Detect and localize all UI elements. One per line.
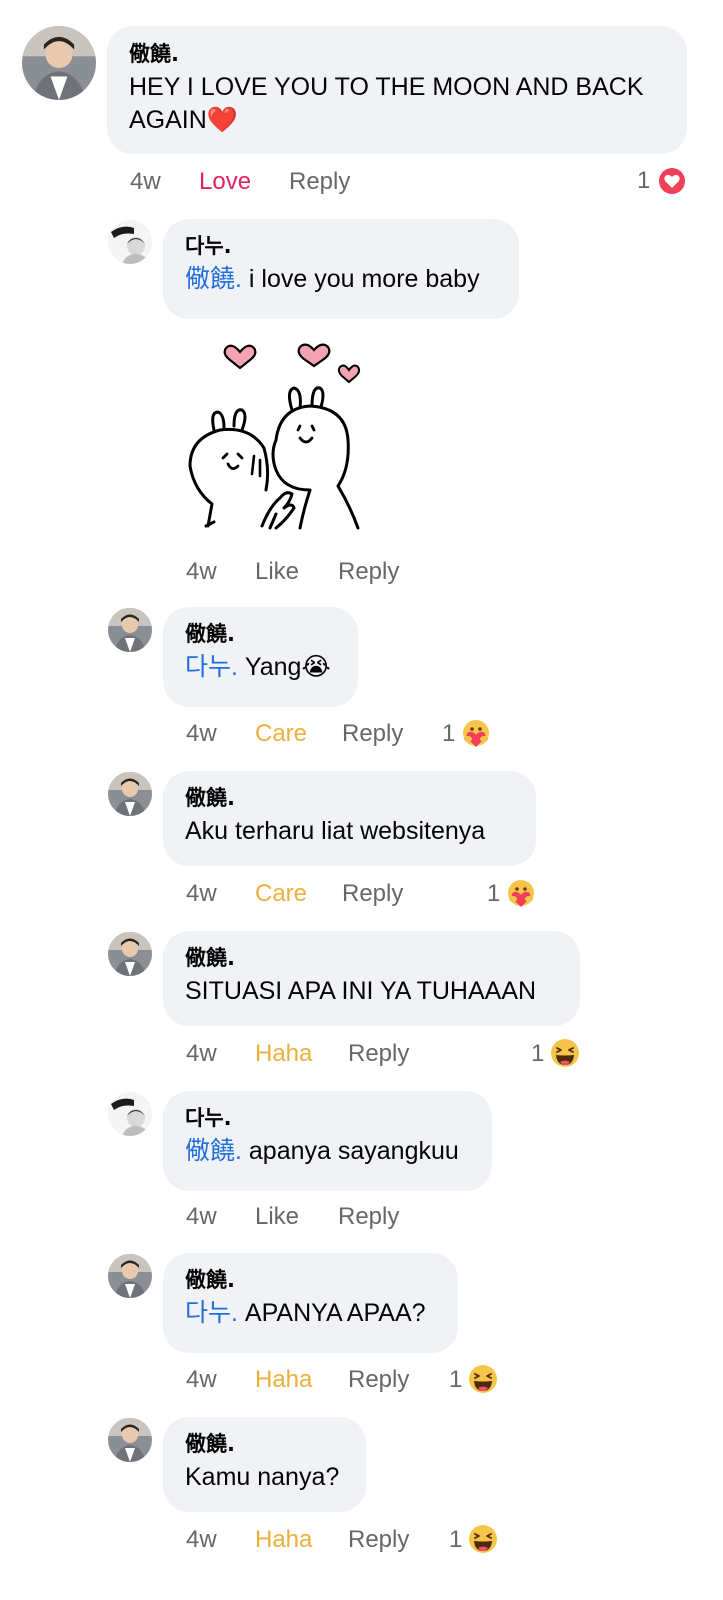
reply-button[interactable]: Reply xyxy=(338,1200,399,1234)
care-reaction-icon[interactable] xyxy=(460,717,492,749)
comment-bubble: 儆饒. HEY I LOVE YOU TO THE MOON AND BACK … xyxy=(107,26,687,154)
reaction-count[interactable]: 1 xyxy=(449,1363,462,1397)
reply-button[interactable]: Reply xyxy=(342,717,403,751)
comment-bubble: 儆饒. 다누. APANYA APAA? xyxy=(163,1253,458,1353)
comment-author-avatar[interactable] xyxy=(108,772,152,816)
reply-button[interactable]: Reply xyxy=(289,165,350,199)
reply-button[interactable]: Reply xyxy=(348,1363,409,1397)
comment-timestamp[interactable]: 4w xyxy=(186,1200,217,1234)
haha-reaction-icon[interactable] xyxy=(467,1523,499,1555)
reply-button[interactable]: Reply xyxy=(348,1037,409,1071)
comment-actions: 4w Haha Reply 1 xyxy=(186,1363,506,1397)
reply-button[interactable]: Reply xyxy=(348,1523,409,1557)
comment-actions: 4w Haha Reply 1 xyxy=(186,1037,586,1071)
care-reaction-icon[interactable] xyxy=(505,877,537,909)
comment-actions: 4w Care Reply 1 xyxy=(186,877,546,911)
loudly-crying-emoji: 😭 xyxy=(301,653,331,681)
comment-actions: 4w Like Reply xyxy=(186,1200,486,1234)
reaction-count[interactable]: 1 xyxy=(531,1037,544,1071)
comment-bubble: 다누. 儆饒. apanya sayangkuu xyxy=(163,1091,492,1191)
comment-timestamp[interactable]: 4w xyxy=(186,1363,217,1397)
comment-actions: 4w Love Reply xyxy=(130,165,690,199)
comment-author-avatar[interactable] xyxy=(108,220,152,264)
reply-button[interactable]: Reply xyxy=(338,555,399,589)
comment-text: 儆饒. apanya sayangkuu xyxy=(185,1137,459,1165)
comment-text: SITUASI APA INI YA TUHAAAN xyxy=(185,977,537,1005)
mention-link[interactable]: 儆饒. xyxy=(185,1137,242,1165)
red-heart-emoji: ❤️ xyxy=(206,106,238,134)
comment-timestamp[interactable]: 4w xyxy=(186,717,217,751)
comment-author-avatar[interactable] xyxy=(108,608,152,652)
comment-text: 다누. Yang😭 xyxy=(185,653,331,681)
haha-reaction-icon[interactable] xyxy=(549,1037,581,1069)
comment-author-avatar[interactable] xyxy=(108,1418,152,1462)
haha-reaction-button[interactable]: Haha xyxy=(255,1037,312,1071)
comment-actions: 4w Haha Reply 1 xyxy=(186,1523,506,1557)
comment-author-avatar[interactable] xyxy=(108,1254,152,1298)
comment-bubble: 다누. 儆饒. i love you more baby xyxy=(163,219,519,319)
comment-author-name[interactable]: 儆饒. xyxy=(185,785,514,811)
mention-link[interactable]: 다누. xyxy=(185,1299,238,1327)
comment-text: 儆饒. i love you more baby xyxy=(185,265,480,293)
comment-bubble: 儆饒. SITUASI APA INI YA TUHAAAN xyxy=(163,931,580,1026)
mention-link[interactable]: 다누. xyxy=(185,653,238,681)
comment-bubble: 儆饒. 다누. Yang😭 xyxy=(163,607,358,707)
comment-author-name[interactable]: 儆饒. xyxy=(185,621,336,647)
comment-text: 다누. APANYA APAA? xyxy=(185,1299,426,1327)
comment-actions: 4w Like Reply xyxy=(186,555,486,589)
comment-author-name[interactable]: 다누. xyxy=(185,1105,470,1131)
comment-bubble: 儆饒. Aku terharu liat websitenya xyxy=(163,771,536,866)
comment-author-name[interactable]: 儆饒. xyxy=(129,41,665,67)
comment-text: Aku terharu liat websitenya xyxy=(185,817,486,845)
comment-actions: 4w Care Reply 1 xyxy=(186,717,506,751)
comment-author-name[interactable]: 儆饒. xyxy=(185,1267,436,1293)
reaction-count[interactable]: 1 xyxy=(449,1523,462,1557)
care-reaction-button[interactable]: Care xyxy=(255,877,307,911)
comment-bubble: 儆饒. Kamu nanya? xyxy=(163,1417,366,1512)
reply-button[interactable]: Reply xyxy=(342,877,403,911)
love-reaction-button[interactable]: Love xyxy=(199,165,251,199)
haha-reaction-button[interactable]: Haha xyxy=(255,1523,312,1557)
comment-timestamp[interactable]: 4w xyxy=(186,877,217,911)
haha-reaction-icon[interactable] xyxy=(467,1363,499,1395)
comment-text: HEY I LOVE YOU TO THE MOON AND BACK AGAI… xyxy=(129,73,644,134)
like-button[interactable]: Like xyxy=(255,1200,299,1234)
care-reaction-button[interactable]: Care xyxy=(255,717,307,751)
reaction-count[interactable]: 1 xyxy=(487,877,500,911)
comment-author-avatar[interactable] xyxy=(108,932,152,976)
comment-timestamp[interactable]: 4w xyxy=(186,1037,217,1071)
love-reaction-icon[interactable] xyxy=(656,165,688,197)
two-bunnies-hearts-sticker[interactable] xyxy=(180,330,380,540)
reaction-count[interactable]: 1 xyxy=(442,717,455,751)
comment-author-avatar[interactable] xyxy=(22,26,96,100)
comment-author-name[interactable]: 다누. xyxy=(185,233,497,259)
comment-timestamp[interactable]: 4w xyxy=(186,1523,217,1557)
comment-author-avatar[interactable] xyxy=(108,1092,152,1136)
comment-timestamp[interactable]: 4w xyxy=(130,165,161,199)
comment-author-name[interactable]: 儆饒. xyxy=(185,945,558,971)
haha-reaction-button[interactable]: Haha xyxy=(255,1363,312,1397)
comment-text: Kamu nanya? xyxy=(185,1463,340,1491)
comment-timestamp[interactable]: 4w xyxy=(186,555,217,589)
mention-link[interactable]: 儆饒. xyxy=(185,265,242,293)
reaction-count[interactable]: 1 xyxy=(637,164,650,198)
comment-author-name[interactable]: 儆饒. xyxy=(185,1431,344,1457)
like-button[interactable]: Like xyxy=(255,555,299,589)
